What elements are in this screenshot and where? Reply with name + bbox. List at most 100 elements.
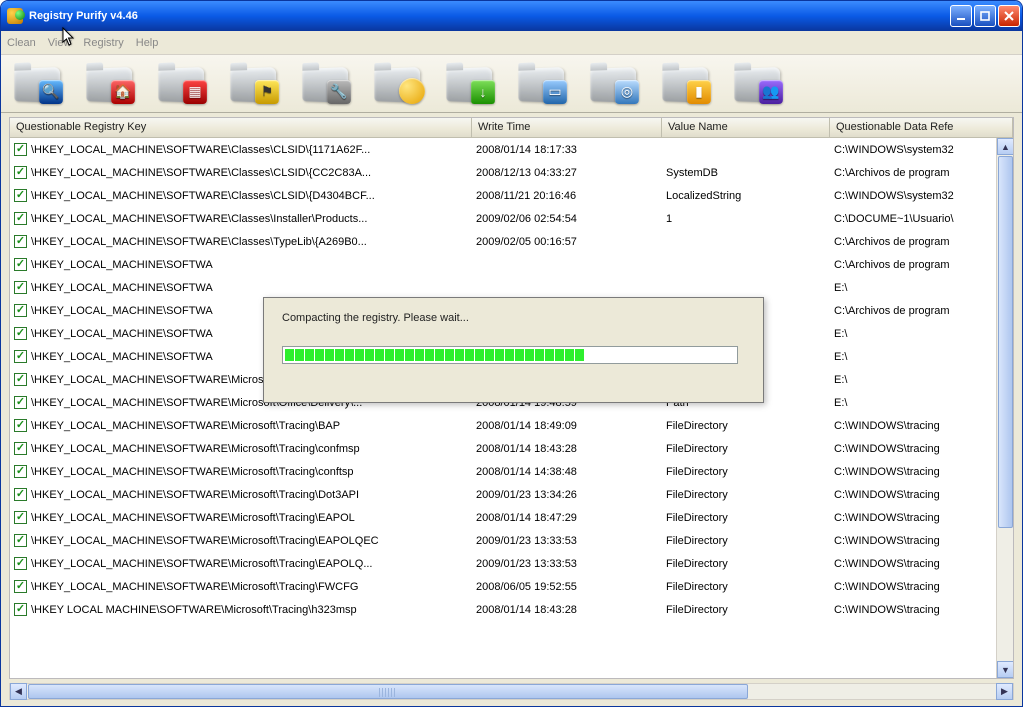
progress-segment (295, 349, 304, 361)
cell-key: \HKEY_LOCAL_MACHINE\SOFTWA (31, 259, 213, 271)
menu-help[interactable]: Help (136, 37, 159, 49)
cell-time: 2009/02/05 00:16:57 (472, 236, 662, 248)
cell-data: C:\WINDOWS\system32 (830, 144, 1013, 156)
cell-key: \HKEY_LOCAL_MACHINE\SOFTWARE\Classes\CLS… (31, 144, 370, 156)
toolbar-button-people[interactable]: 👥 (731, 60, 785, 108)
table-row[interactable]: \HKEY_LOCAL_MACHINE\SOFTWAE:\ (10, 276, 1013, 299)
table-row[interactable]: \HKEY_LOCAL_MACHINE\SOFTWARE\Microsoft\T… (10, 552, 1013, 575)
horizontal-scrollbar[interactable]: ◀ ▶ (9, 683, 1014, 700)
toolbar-button-ball[interactable] (371, 60, 425, 108)
toolbar-button-blue1[interactable]: ▭ (515, 60, 569, 108)
cell-key: \HKEY_LOCAL_MACHINE\SOFTWARE\Classes\CLS… (31, 190, 375, 202)
column-header-time[interactable]: Write Time (472, 118, 662, 137)
table-row[interactable]: \HKEY_LOCAL_MACHINE\SOFTWARE\Microsoft\T… (10, 506, 1013, 529)
minimize-button[interactable] (950, 5, 972, 27)
cell-time: 2008/01/14 18:17:33 (472, 144, 662, 156)
menu-registry[interactable]: Registry (83, 37, 123, 49)
row-checkbox[interactable] (14, 534, 27, 547)
scroll-right-button[interactable]: ▶ (996, 683, 1013, 700)
row-checkbox[interactable] (14, 603, 27, 616)
cell-data: C:\WINDOWS\system32 (830, 190, 1013, 202)
cell-key: \HKEY_LOCAL_MACHINE\SOFTWARE\Microsoft\T… (31, 443, 360, 455)
cell-data: E:\ (830, 397, 1013, 409)
progress-segment (395, 349, 404, 361)
row-checkbox[interactable] (14, 235, 27, 248)
cell-key: \HKEY_LOCAL_MACHINE\SOFTWA (31, 305, 213, 317)
row-checkbox[interactable] (14, 212, 27, 225)
vertical-scrollbar[interactable]: ▲ ▼ (996, 138, 1013, 678)
toolbar-button-arrow[interactable]: ↓ (443, 60, 497, 108)
row-checkbox[interactable] (14, 511, 27, 524)
table-row[interactable]: \HKEY_LOCAL_MACHINE\SOFTWARE\Classes\Ins… (10, 207, 1013, 230)
redhouse-icon: 🏠 (111, 80, 135, 104)
progress-segment (455, 349, 464, 361)
row-checkbox[interactable] (14, 442, 27, 455)
toolbar-button-orange[interactable]: ▮ (659, 60, 713, 108)
scroll-up-button[interactable]: ▲ (997, 138, 1013, 155)
cell-data: C:\DOCUME~1\Usuario\ (830, 213, 1013, 225)
row-checkbox[interactable] (14, 258, 27, 271)
progress-segment (565, 349, 574, 361)
table-row[interactable]: \HKEY_LOCAL_MACHINE\SOFTWARE\Microsoft\T… (10, 483, 1013, 506)
table-row[interactable]: \HKEY_LOCAL_MACHINE\SOFTWARE\Microsoft\T… (10, 437, 1013, 460)
row-checkbox[interactable] (14, 304, 27, 317)
redbox-icon: ▦ (183, 80, 207, 104)
column-header-key[interactable]: Questionable Registry Key (10, 118, 472, 137)
toolbar-button-search[interactable]: 🔍 (11, 60, 65, 108)
row-checkbox[interactable] (14, 166, 27, 179)
cell-key: \HKEY_LOCAL_MACHINE\SOFTWARE\Microsoft\T… (31, 512, 355, 524)
table-row[interactable]: \HKEY_LOCAL_MACHINE\SOFTWARE\Microsoft\T… (10, 575, 1013, 598)
row-checkbox[interactable] (14, 189, 27, 202)
rows-container: \HKEY_LOCAL_MACHINE\SOFTWARE\Classes\CLS… (10, 138, 1013, 678)
scroll-down-button[interactable]: ▼ (997, 661, 1013, 678)
toolbar-button-redbox[interactable]: ▦ (155, 60, 209, 108)
table-row[interactable]: \HKEY_LOCAL_MACHINE\SOFTWARE\Classes\CLS… (10, 161, 1013, 184)
cell-key: \HKEY_LOCAL_MACHINE\SOFTWARE\Classes\CLS… (31, 167, 371, 179)
vertical-scroll-thumb[interactable] (998, 156, 1013, 528)
table-row[interactable]: \HKEY_LOCAL_MACHINE\SOFTWARE\Microsoft\T… (10, 529, 1013, 552)
cell-time: 2009/01/23 13:33:53 (472, 535, 662, 547)
progress-segment (515, 349, 524, 361)
row-checkbox[interactable] (14, 396, 27, 409)
horizontal-scroll-thumb[interactable] (28, 684, 748, 699)
menu-bar: Clean View Registry Help (1, 31, 1022, 55)
row-checkbox[interactable] (14, 557, 27, 570)
table-row[interactable]: \HKEY LOCAL MACHINE\SOFTWARE\Microsoft\T… (10, 598, 1013, 621)
progress-segment (525, 349, 534, 361)
menu-clean[interactable]: Clean (7, 37, 36, 49)
table-row[interactable]: \HKEY_LOCAL_MACHINE\SOFTWARE\Classes\Typ… (10, 230, 1013, 253)
toolbar-button-blue2[interactable]: ◎ (587, 60, 641, 108)
row-checkbox[interactable] (14, 350, 27, 363)
column-header-value[interactable]: Value Name (662, 118, 830, 137)
maximize-button[interactable] (974, 5, 996, 27)
table-row[interactable]: \HKEY_LOCAL_MACHINE\SOFTWARE\Microsoft\T… (10, 414, 1013, 437)
scroll-left-button[interactable]: ◀ (10, 683, 27, 700)
toolbar: 🔍 🏠 ▦ ⚑ 🔧 ↓ ▭ ◎ ▮ 👥 (1, 55, 1022, 113)
row-checkbox[interactable] (14, 465, 27, 478)
row-checkbox[interactable] (14, 143, 27, 156)
row-checkbox[interactable] (14, 488, 27, 501)
cell-time: 2009/01/23 13:33:53 (472, 558, 662, 570)
table-row[interactable]: \HKEY_LOCAL_MACHINE\SOFTWARE\Microsoft\T… (10, 460, 1013, 483)
cell-data: C:\WINDOWS\tracing (830, 466, 1013, 478)
row-checkbox[interactable] (14, 281, 27, 294)
row-checkbox[interactable] (14, 327, 27, 340)
cell-time: 2008/01/14 14:38:48 (472, 466, 662, 478)
row-checkbox[interactable] (14, 580, 27, 593)
arrow-icon: ↓ (471, 80, 495, 104)
column-header-data[interactable]: Questionable Data Refe (830, 118, 1013, 137)
toolbar-button-wrench[interactable]: 🔧 (299, 60, 353, 108)
progress-segment (505, 349, 514, 361)
close-button[interactable] (998, 5, 1020, 27)
title-bar[interactable]: Registry Purify v4.46 (1, 1, 1022, 31)
row-checkbox[interactable] (14, 419, 27, 432)
row-checkbox[interactable] (14, 373, 27, 386)
table-row[interactable]: \HKEY_LOCAL_MACHINE\SOFTWARE\Classes\CLS… (10, 138, 1013, 161)
cell-data: C:\Archivos de program (830, 305, 1013, 317)
toolbar-button-redhouse[interactable]: 🏠 (83, 60, 137, 108)
toolbar-button-sign[interactable]: ⚑ (227, 60, 281, 108)
menu-view[interactable]: View (48, 37, 72, 49)
table-row[interactable]: \HKEY_LOCAL_MACHINE\SOFTWAC:\Archivos de… (10, 253, 1013, 276)
table-row[interactable]: \HKEY_LOCAL_MACHINE\SOFTWARE\Classes\CLS… (10, 184, 1013, 207)
cell-time: 2008/01/14 18:49:09 (472, 420, 662, 432)
